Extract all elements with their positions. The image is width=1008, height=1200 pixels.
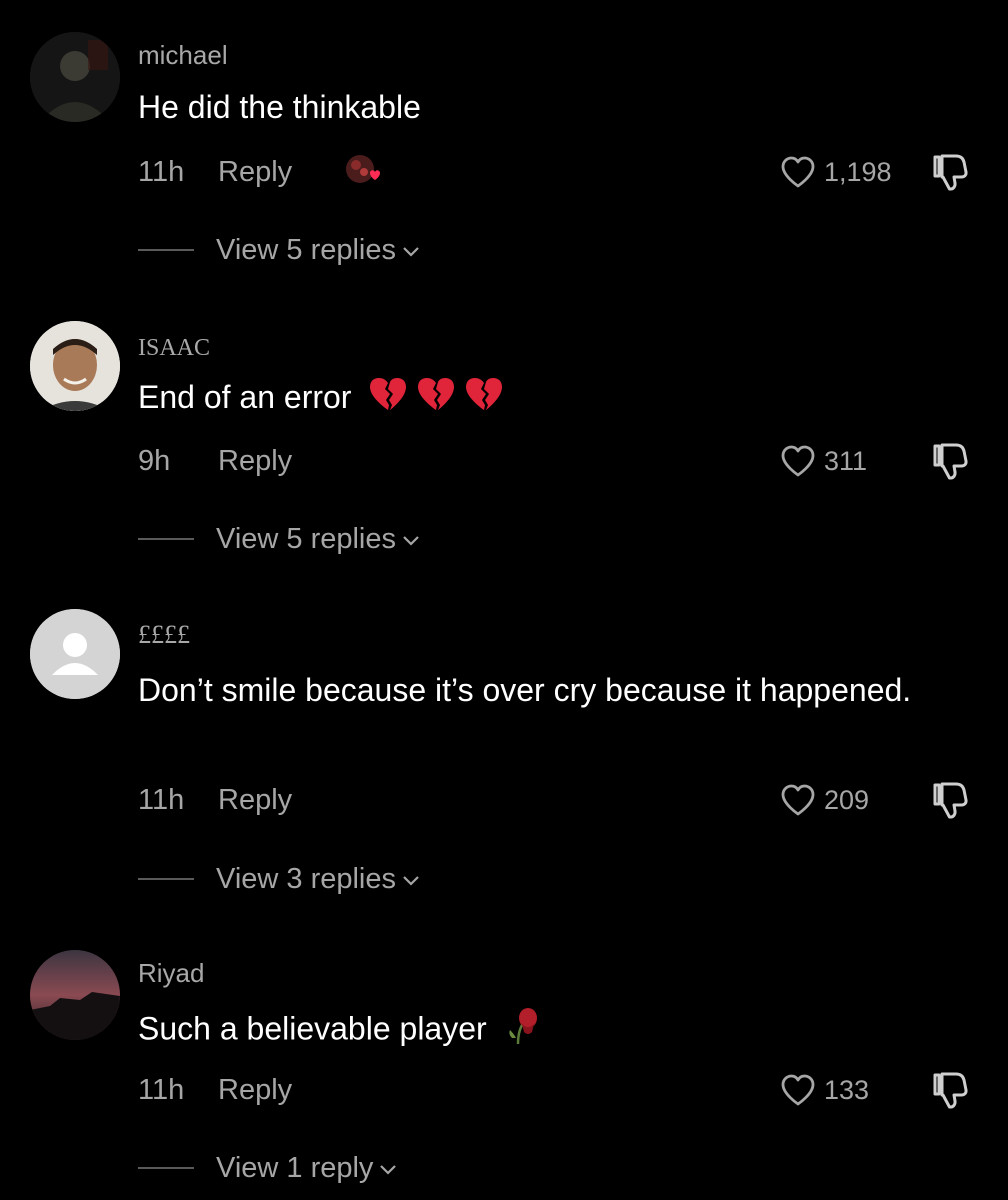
view-replies-button[interactable]: View 5 replies [138,522,420,556]
heart-outline-icon [781,1074,815,1106]
heart-badge-avatar-icon [344,153,380,189]
comment-timestamp: 9h [138,445,171,477]
view-replies-label: View 3 replies [216,862,397,895]
view-replies-label: View 1 reply [216,1151,374,1184]
dislike-button[interactable] [928,1070,972,1110]
like-button[interactable]: 1,198 [780,152,892,192]
heart-outline-icon [781,445,815,477]
view-replies-label: View 5 replies [216,233,397,266]
broken-heart-emoji [464,376,504,424]
chevron-down-icon [403,536,419,546]
avatar[interactable] [30,32,120,122]
avatar[interactable] [30,609,120,699]
comment-text: Don’t smile because it’s over cry becaus… [138,667,928,713]
reply-button[interactable]: Reply [218,155,292,189]
comment-timestamp: 11h [138,784,185,816]
reply-button[interactable]: Reply [218,783,292,817]
heart-outline-icon [781,156,815,188]
view-replies-button[interactable]: View 1 reply [138,1151,397,1185]
divider-line [138,538,194,540]
chevron-down-icon [380,1165,397,1175]
comment-username[interactable]: ££££ [138,620,190,650]
like-count: 209 [824,784,870,815]
like-button[interactable]: 133 [780,1070,869,1110]
comment-timestamp: 11h [138,1074,185,1106]
comment-username[interactable]: michael [138,40,228,70]
comment-text: Such a believable player [138,1004,928,1058]
reply-button[interactable]: Reply [218,1073,292,1107]
comment-meta: 11h Reply [138,1073,292,1107]
dislike-icon [933,1072,968,1109]
dislike-icon [933,154,968,191]
reply-button[interactable]: Reply [218,444,292,478]
comment-text-content: Such a believable player [138,1010,487,1047]
chevron-down-icon [403,247,419,257]
comment-meta: 9h Reply [138,444,292,478]
like-count: 1,198 [824,156,892,187]
like-count: 311 [824,445,868,476]
view-replies-label: View 5 replies [216,522,397,555]
comment-username[interactable]: ISAAC [138,333,210,363]
comment-meta: 11h Reply [138,155,380,189]
like-button[interactable]: 311 [780,441,867,481]
wilted-rose-emoji [504,1004,540,1058]
divider-line [138,1167,194,1169]
comment-text-content: Don’t smile because it’s over cry becaus… [138,672,912,708]
dislike-button[interactable] [928,152,972,192]
broken-heart-emoji [416,376,456,424]
dislike-icon [933,782,968,819]
comment-timestamp: 11h [138,156,185,188]
comment-text-content: He did the thinkable [138,89,421,125]
divider-line [138,249,194,251]
comment-text: End of an error [138,374,928,424]
comment-text: He did the thinkable [138,84,928,130]
comment-meta: 11h Reply [138,783,292,817]
heart-outline-icon [781,784,815,816]
comment-text-content: End of an error [138,379,352,415]
dislike-button[interactable] [928,441,972,481]
divider-line [138,878,194,880]
dislike-icon [933,443,968,480]
avatar[interactable] [30,321,120,411]
dislike-button[interactable] [928,780,972,820]
broken-heart-emoji [368,376,408,424]
avatar[interactable] [30,950,120,1040]
view-replies-button[interactable]: View 3 replies [138,862,420,896]
chevron-down-icon [403,876,419,886]
comment-username[interactable]: Riyad [138,958,204,988]
like-button[interactable]: 209 [780,780,869,820]
like-count: 133 [824,1074,870,1105]
view-replies-button[interactable]: View 5 replies [138,233,420,267]
comments-list: michael He did the thinkable 11h Reply 1… [0,0,1008,1200]
